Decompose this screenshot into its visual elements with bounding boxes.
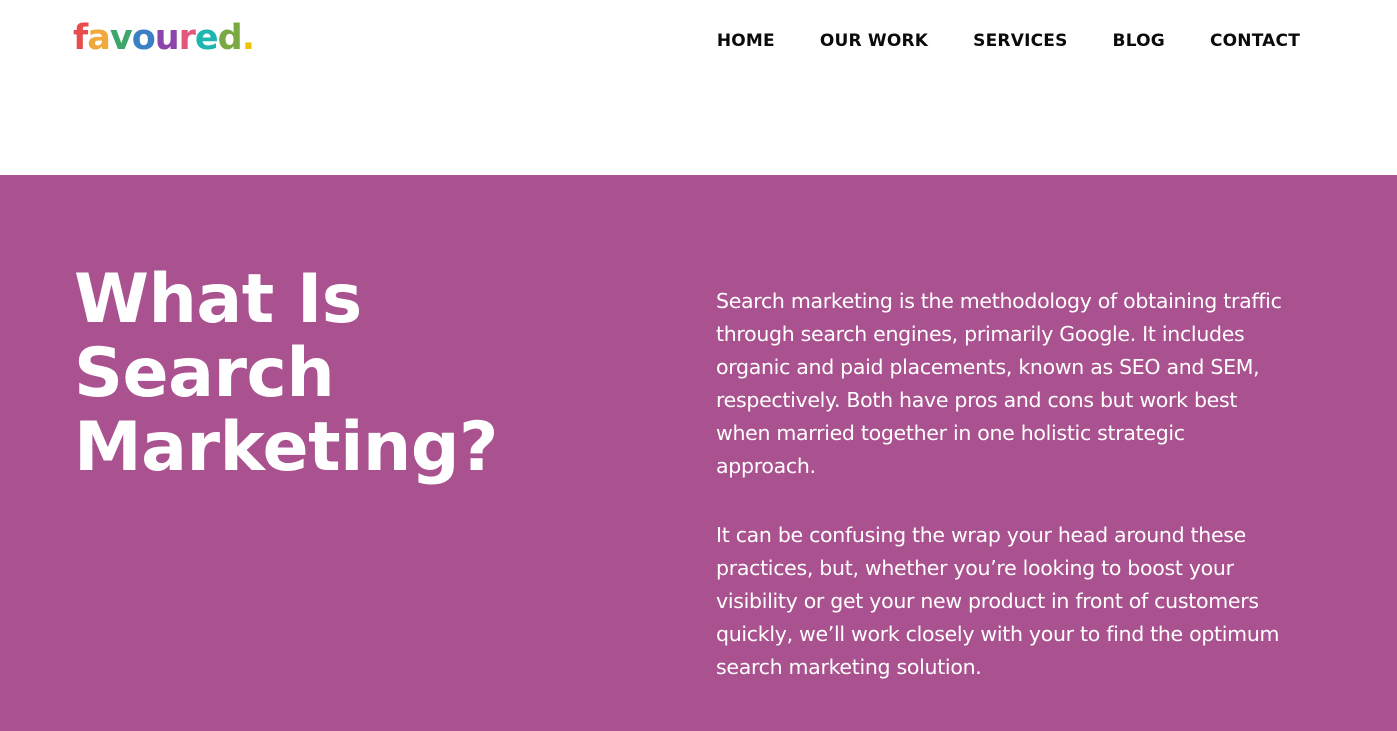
nav-link-contact[interactable]: CONTACT xyxy=(1210,29,1300,53)
nav-link-blog[interactable]: BLOG xyxy=(1113,29,1165,53)
heading-line: Search xyxy=(74,334,335,413)
intro-paragraph: Search marketing is the methodology of o… xyxy=(716,289,1282,478)
main-nav: HOME OUR WORK SERVICES BLOG CONTACT xyxy=(717,29,1300,53)
nav-link-home[interactable]: HOME xyxy=(717,29,775,53)
logo-letter: o xyxy=(131,18,156,58)
logo-letter: . xyxy=(241,18,255,58)
logo-letter: d xyxy=(217,18,243,58)
logo-letter: u xyxy=(154,18,180,58)
heading-line: Marketing? xyxy=(74,408,498,487)
site-header: f a v o u r e d . HOME OUR WORK SERVICES… xyxy=(0,0,1397,175)
logo-letter: f xyxy=(73,18,88,58)
hero-section: What Is Search Marketing? Search marketi… xyxy=(0,175,1397,731)
logo-letter: v xyxy=(109,18,133,58)
nav-link-services[interactable]: SERVICES xyxy=(973,29,1067,53)
page-heading: What Is Search Marketing? xyxy=(74,263,634,485)
nav-link-our-work[interactable]: OUR WORK xyxy=(820,29,928,53)
intro-text: Search marketing is the methodology of o… xyxy=(716,285,1286,720)
logo-letter: e xyxy=(194,18,219,58)
favoured-logo[interactable]: f a v o u r e d . xyxy=(73,18,255,58)
logo-letter: r xyxy=(178,18,196,58)
heading-line: What Is xyxy=(74,260,362,339)
intro-paragraph: It can be confusing the wrap your head a… xyxy=(716,523,1280,679)
logo-letter: a xyxy=(87,18,111,58)
